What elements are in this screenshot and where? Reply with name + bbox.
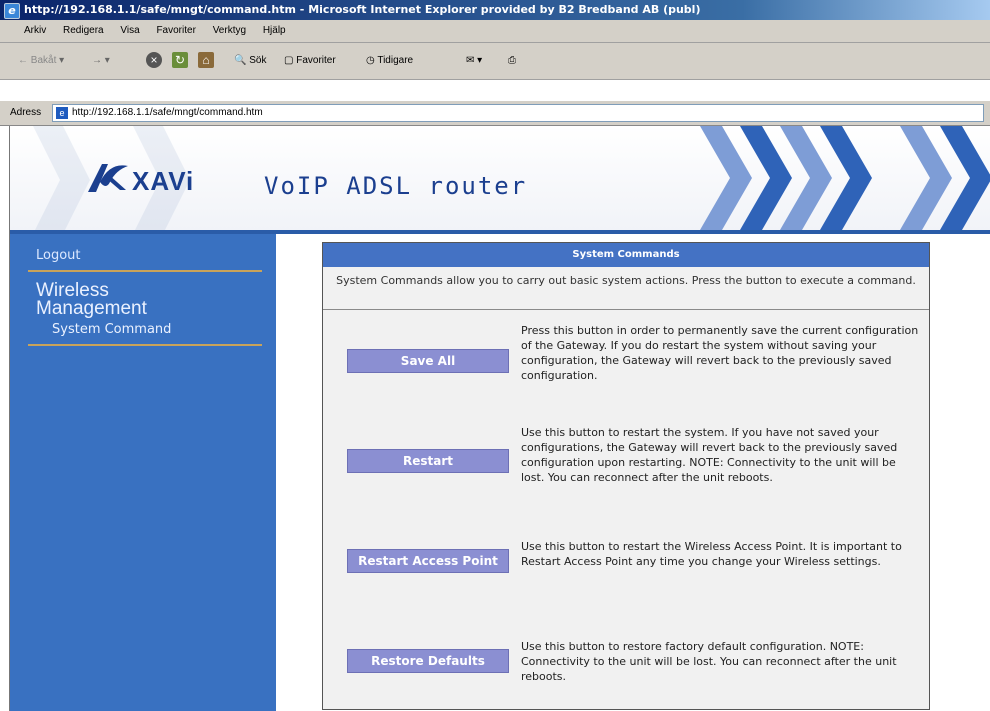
divider xyxy=(323,309,929,310)
print-button[interactable]: ⎙ xyxy=(508,51,516,71)
address-bar: Adress e http://192.168.1.1/safe/mngt/com… xyxy=(0,100,990,126)
panel-intro: System Commands allow you to carry out b… xyxy=(336,274,916,287)
stop-button[interactable]: × xyxy=(146,51,162,71)
xavi-logo-icon xyxy=(88,164,128,192)
divider xyxy=(28,344,262,346)
sidebar: Logout Wireless Management System Comman… xyxy=(10,234,276,711)
divider xyxy=(28,270,262,272)
system-commands-panel: System Commands System Commands allow yo… xyxy=(322,242,930,710)
mail-button[interactable]: ✉ ▾ xyxy=(466,51,482,71)
window-title: http://192.168.1.1/safe/mngt/command.htm… xyxy=(24,3,701,16)
menu-redigera[interactable]: Redigera xyxy=(63,25,104,36)
restart-access-point-description: Use this button to restart the Wireless … xyxy=(521,540,902,568)
print-icon: ⎙ xyxy=(508,55,516,66)
home-icon: ⌂ xyxy=(198,52,214,69)
brand-logo: XAVi xyxy=(132,166,195,196)
restore-defaults-button[interactable]: Restore Defaults xyxy=(347,649,509,673)
menu-bar: Arkiv Redigera Visa Favoriter Verktyg Hj… xyxy=(0,20,990,43)
mail-icon: ✉ ▾ xyxy=(466,55,483,66)
menu-favoriter[interactable]: Favoriter xyxy=(156,25,195,36)
address-input[interactable]: e http://192.168.1.1/safe/mngt/command.ht… xyxy=(52,104,984,122)
forward-button[interactable]: → ▾ xyxy=(92,51,110,71)
history-icon: ◷ xyxy=(366,55,375,66)
search-button[interactable]: 🔍 Sök xyxy=(234,51,266,71)
product-title: VoIP ADSL router xyxy=(264,172,528,200)
back-arrow-icon: ← xyxy=(18,55,28,66)
address-label: Adress xyxy=(10,107,42,118)
header-banner: XAVi VoIP ADSL router xyxy=(10,126,990,234)
refresh-button[interactable]: ↻ xyxy=(172,51,188,71)
menu-hjalp[interactable]: Hjälp xyxy=(263,25,286,36)
forward-arrow-icon: → ▾ xyxy=(92,55,110,66)
panel-title: System Commands xyxy=(323,243,929,267)
menu-arkiv[interactable]: Arkiv xyxy=(24,25,46,36)
chevron-decoration-icon xyxy=(700,126,990,230)
save-all-button[interactable]: Save All xyxy=(347,349,509,373)
sidebar-item-system-command[interactable]: System Command xyxy=(52,322,171,337)
window-title-bar: e http://192.168.1.1/safe/mngt/command.ht… xyxy=(0,0,990,20)
menu-verktyg[interactable]: Verktyg xyxy=(213,25,246,36)
browser-toolbar: ← Bakåt ▾ → ▾ × ↻ ⌂ 🔍 Sök ▢ Favoriter ◷ … xyxy=(0,43,990,80)
ie-icon: e xyxy=(4,3,20,19)
restart-description: Use this button to restart the system. I… xyxy=(521,426,898,484)
stop-icon: × xyxy=(146,52,162,69)
chevron-decoration-icon xyxy=(33,126,90,230)
sidebar-section-title[interactable]: Wireless Management xyxy=(36,281,206,318)
page-icon: e xyxy=(56,107,68,119)
logout-link[interactable]: Logout xyxy=(36,248,81,263)
restart-access-point-button[interactable]: Restart Access Point xyxy=(347,549,509,573)
restart-button[interactable]: Restart xyxy=(347,449,509,473)
menu-visa[interactable]: Visa xyxy=(120,25,139,36)
search-icon: 🔍 xyxy=(234,55,247,66)
back-button[interactable]: ← Bakåt ▾ xyxy=(18,51,64,71)
history-button[interactable]: ◷ Tidigare xyxy=(366,51,413,71)
favorites-icon: ▢ xyxy=(284,55,294,66)
address-url: http://192.168.1.1/safe/mngt/command.htm xyxy=(72,107,263,118)
favorites-button[interactable]: ▢ Favoriter xyxy=(284,51,336,71)
home-button[interactable]: ⌂ xyxy=(198,51,214,71)
chevron-down-icon: ▾ xyxy=(59,55,65,66)
restore-defaults-description: Use this button to restore factory defau… xyxy=(521,640,897,683)
save-all-description: Press this button in order to permanentl… xyxy=(521,324,919,382)
page-viewport: XAVi VoIP ADSL router Logout Wireless Ma… xyxy=(9,126,990,711)
refresh-icon: ↻ xyxy=(172,52,188,69)
